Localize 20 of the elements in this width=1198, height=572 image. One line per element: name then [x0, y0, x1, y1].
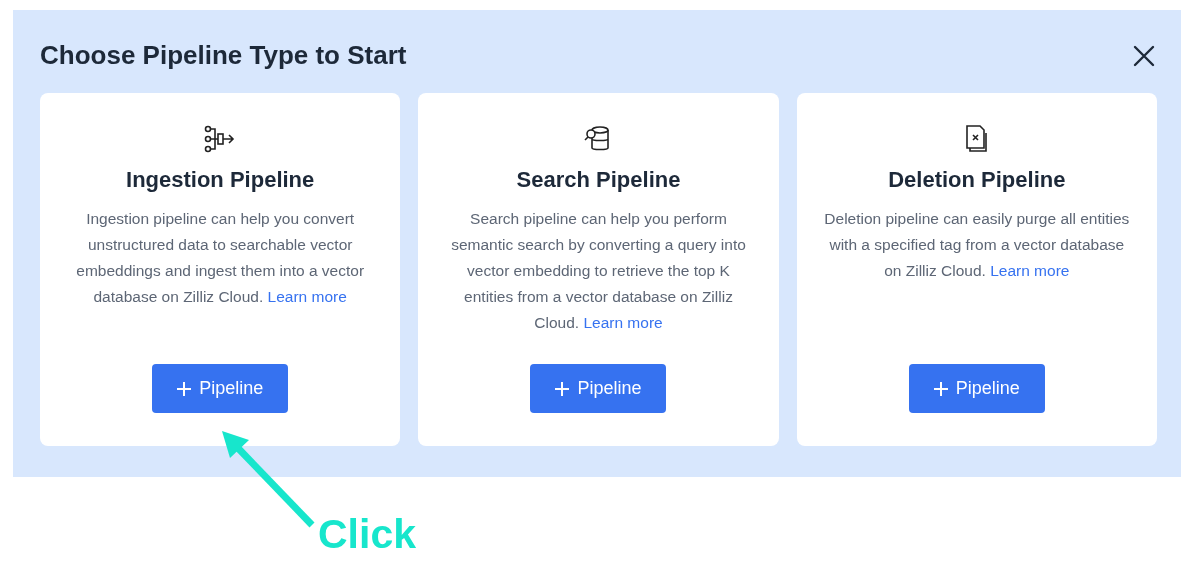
add-pipeline-button[interactable]: Pipeline	[152, 364, 289, 414]
close-icon	[1133, 44, 1155, 67]
plus-icon	[933, 381, 948, 396]
card-description: Deletion pipeline can easily purge all entities with a specified tag from a vector database on Zilliz Cloud. Learn more	[823, 209, 1131, 282]
card-title: Deletion Pipeline	[888, 166, 1066, 195]
annotation-label: Click	[318, 514, 416, 555]
card-title: Ingestion Pipeline	[126, 166, 315, 195]
learn-more-link[interactable]: Learn more	[990, 262, 1070, 280]
learn-more-link[interactable]: Learn more	[583, 314, 663, 332]
dialog-title: Choose Pipeline Type to Start	[40, 40, 407, 72]
document-delete-icon	[964, 125, 989, 154]
plus-icon	[177, 381, 192, 396]
flow-icon	[204, 125, 237, 154]
learn-more-link[interactable]: Learn more	[267, 288, 347, 306]
add-pipeline-button[interactable]: Pipeline	[908, 364, 1045, 414]
card-description: Ingestion pipeline can help you convert unstructured data to searchable vector embeddings and ingest them into a vector database on Zilliz Cloud. Learn more	[75, 209, 366, 308]
plus-icon	[555, 381, 570, 396]
card-description: Search pipeline can help you perform semantic search by converting a query into vector embedding to retrieve the top K entities from a vector database on Zilliz Cloud. Learn more	[450, 209, 747, 334]
card-title: Search Pipeline	[516, 166, 681, 195]
add-pipeline-button[interactable]: Pipeline	[530, 364, 667, 414]
